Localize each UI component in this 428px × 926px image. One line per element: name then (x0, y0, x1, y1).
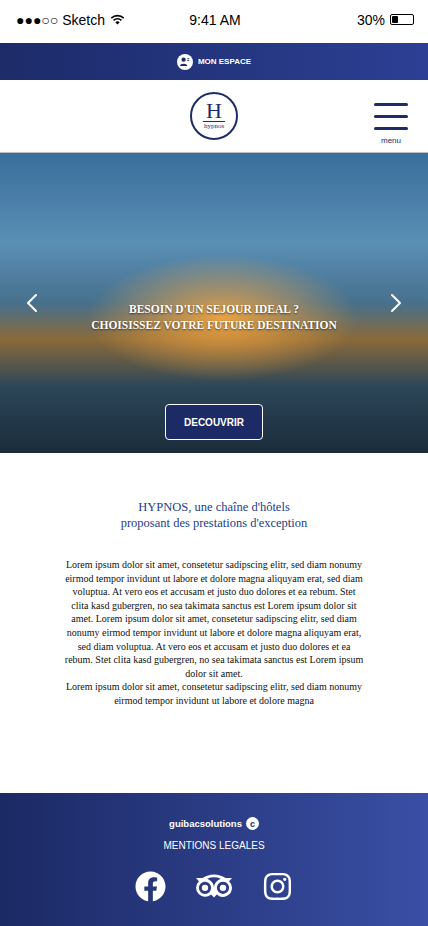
status-center: 9:41 AM (149, 12, 282, 28)
legal-link[interactable]: MENTIONS LEGALES (163, 840, 264, 851)
battery-percent: 30% (357, 12, 385, 28)
user-badge (177, 54, 193, 70)
hero-title: BESOIN D'UN SEJOUR IDEAL ?CHOISISSEZ VOT… (91, 301, 337, 333)
footer: guibacsolutions c MENTIONS LEGALES (0, 793, 428, 926)
carrier: ●●●○○ Sketch (16, 12, 105, 28)
logo-name: hypnos (204, 122, 224, 131)
paragraph: Lorem ipsum dolor sit amet, consetetur s… (64, 558, 364, 680)
header: Hhypnos menu (0, 80, 428, 153)
previous-arrow[interactable] (16, 287, 48, 319)
paragraph: Lorem ipsum dolor sit amet, consetetur s… (64, 680, 364, 707)
logo-letter: H (203, 101, 225, 122)
tripadvisor-link[interactable] (196, 868, 232, 904)
logo[interactable]: Hhypnos (190, 92, 238, 140)
brand: guibacsolutions c (169, 817, 259, 830)
instagram-icon[interactable] (262, 871, 293, 902)
intro-body: Lorem ipsum dolor sit amet, consetetur s… (64, 558, 364, 708)
status-right: 30% (281, 12, 414, 28)
clock: 9:41 AM (189, 12, 240, 28)
page: ●●●○○ Sketch 9:41 AM 30% MON ESPACE Hhypnos m… (0, 0, 428, 926)
menu-line (374, 127, 408, 130)
facebook-icon[interactable] (135, 871, 166, 902)
facebook-link[interactable] (135, 871, 166, 902)
intro-title-line: HYPNOS, une chaîne d'hôtels (121, 499, 308, 515)
intro: HYPNOS, une chaîne d'hôtelsproposant des… (0, 453, 428, 793)
wifi-icon (110, 14, 125, 25)
intro-title: HYPNOS, une chaîne d'hôtelsproposant des… (121, 499, 308, 531)
battery-fill (392, 16, 398, 23)
tripadvisor-icon[interactable] (196, 868, 232, 904)
hero-slider: BESOIN D'UN SEJOUR IDEAL ?CHOISISSEZ VOT… (0, 153, 428, 453)
intro-title-line: proposant des prestations d'exception (121, 515, 308, 531)
status-left: ●●●○○ Sketch (16, 12, 149, 28)
menu-label: menu (381, 136, 401, 145)
hero-line: BESOIN D'UN SEJOUR IDEAL ? (91, 301, 337, 317)
social-links (135, 868, 293, 904)
menu-line (374, 103, 408, 106)
menu-button[interactable]: menu (374, 103, 408, 145)
menu-line (374, 115, 408, 118)
brand-name: guibacsolutions (169, 818, 242, 829)
discover-button[interactable]: DECOUVRIR (165, 404, 263, 440)
account-link[interactable]: MON ESPACE (198, 57, 251, 66)
next-arrow[interactable] (380, 287, 412, 319)
chevron-left-icon[interactable] (16, 287, 48, 319)
hero-line: CHOISISSEZ VOTRE FUTURE DESTINATION (91, 317, 337, 333)
status-bar: ●●●○○ Sketch 9:41 AM 30% (0, 0, 428, 43)
battery-icon (390, 14, 414, 25)
chevron-right-icon[interactable] (380, 287, 412, 319)
user-icon (179, 56, 190, 67)
account-bar[interactable]: MON ESPACE (0, 43, 428, 80)
instagram-link[interactable] (262, 871, 293, 902)
brand-mark: c (246, 817, 259, 830)
